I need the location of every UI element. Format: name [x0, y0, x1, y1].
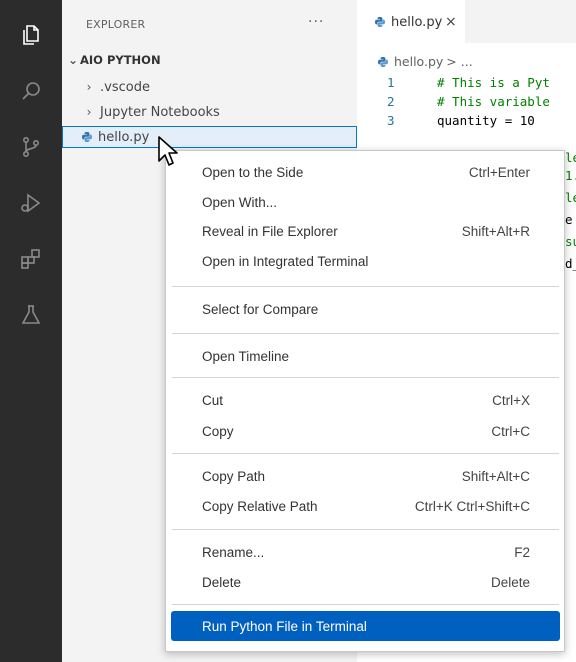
menu-item-label: Open With...	[202, 194, 278, 210]
menu-item-rename[interactable]: Rename... F2	[171, 537, 560, 567]
line-number: 3	[387, 113, 395, 128]
menu-item-open-timeline[interactable]: Open Timeline	[171, 341, 560, 371]
chevron-right-icon: ›	[86, 80, 92, 94]
tab-label: hello.py	[391, 14, 443, 30]
context-menu: Open to the Side Ctrl+Enter Open With...…	[165, 150, 565, 652]
code-line[interactable]: 2 # This variable	[357, 94, 576, 112]
menu-item-shortcut: Ctrl+Enter	[468, 164, 530, 180]
tree-item-label: .vscode	[100, 79, 150, 95]
menu-item-copy-path[interactable]: Copy Path Shift+Alt+C	[171, 461, 560, 491]
menu-item-delete[interactable]: Delete Delete	[171, 567, 560, 597]
menu-item-label: Copy Path	[202, 468, 266, 484]
breadcrumb-file[interactable]: hello.py	[394, 54, 443, 69]
menu-item-label: Run Python File in Terminal	[202, 618, 367, 634]
menu-item-label: Rename...	[202, 544, 265, 560]
breadcrumb: hello.py > ...	[377, 54, 473, 69]
menu-item-shortcut: Ctrl+X	[492, 392, 530, 408]
tab-hello-py[interactable]: hello.py ×	[357, 0, 465, 43]
code-fragment: le	[565, 190, 576, 205]
menu-item-label: Open in Integrated Terminal	[202, 253, 369, 269]
more-actions-button[interactable]: ···	[308, 14, 324, 30]
breadcrumb-rest[interactable]: > ...	[446, 54, 472, 69]
menu-item-shortcut: Ctrl+C	[491, 423, 530, 439]
python-file-icon	[82, 132, 92, 142]
files-icon[interactable]	[18, 22, 44, 48]
tree-item-vscode[interactable]: › .vscode	[62, 76, 357, 98]
line-text: # This is a Pyt	[437, 75, 550, 90]
menu-separator	[172, 333, 559, 334]
menu-item-open-to-side[interactable]: Open to the Side Ctrl+Enter	[171, 157, 560, 187]
menu-separator	[172, 529, 559, 530]
code-line[interactable]: 3 quantity = 10	[357, 113, 576, 131]
menu-separator	[172, 604, 559, 605]
menu-item-shortcut: Delete	[490, 574, 530, 590]
menu-item-copy[interactable]: Copy Ctrl+C	[171, 416, 560, 446]
line-number: 2	[387, 94, 395, 109]
mouse-cursor-icon	[158, 136, 178, 166]
menu-item-shortcut: Shift+Alt+C	[461, 468, 530, 484]
line-number: 1	[387, 75, 395, 90]
extensions-icon[interactable]	[18, 246, 44, 272]
run-debug-icon[interactable]	[18, 190, 44, 216]
menu-item-reveal-in-file-explorer[interactable]: Reveal in File Explorer Shift+Alt+R	[171, 216, 560, 246]
tree-item-label: Jupyter Notebooks	[100, 104, 220, 120]
testing-icon[interactable]	[18, 302, 44, 328]
menu-item-copy-relative-path[interactable]: Copy Relative Path Ctrl+K Ctrl+Shift+C	[171, 491, 560, 521]
search-icon[interactable]	[18, 78, 44, 104]
line-text: # This variable	[437, 94, 550, 109]
menu-separator	[172, 377, 559, 378]
code-fragment: d_	[565, 256, 576, 271]
tree-item-label: hello.py	[98, 129, 150, 145]
source-control-icon[interactable]	[18, 134, 44, 160]
menu-item-shortcut: Ctrl+K Ctrl+Shift+C	[414, 498, 530, 514]
menu-item-select-for-compare[interactable]: Select for Compare	[171, 294, 560, 324]
menu-item-label: Open Timeline	[202, 348, 290, 364]
python-file-icon	[375, 17, 385, 27]
menu-item-run-python-file-in-terminal[interactable]: Run Python File in Terminal	[171, 611, 560, 641]
explorer-title: EXPLORER	[86, 18, 146, 31]
chevron-right-icon: ›	[86, 105, 92, 119]
explorer-header: EXPLORER ···	[62, 0, 357, 46]
menu-item-label: Delete	[202, 574, 242, 590]
code-fragment: su	[565, 234, 576, 249]
menu-separator	[172, 453, 559, 454]
menu-item-label: Reveal in File Explorer	[202, 223, 338, 239]
activity-bar	[0, 0, 62, 662]
menu-separator	[172, 286, 559, 287]
root-folder-label: AIO PYTHON	[80, 53, 161, 67]
menu-item-shortcut: Shift+Alt+R	[461, 223, 530, 239]
close-icon[interactable]: ×	[445, 14, 457, 30]
tab-bar: hello.py ×	[357, 0, 576, 43]
menu-item-label: Copy	[202, 423, 234, 439]
menu-item-shortcut: F2	[514, 544, 530, 560]
menu-item-label: Select for Compare	[202, 301, 319, 317]
python-file-icon	[378, 56, 388, 67]
code-fragment: le	[565, 150, 576, 165]
tree-item-hello-py[interactable]: hello.py	[62, 126, 357, 148]
code-fragment: 1.	[565, 168, 576, 183]
menu-item-cut[interactable]: Cut Ctrl+X	[171, 385, 560, 415]
menu-item-label: Cut	[202, 392, 224, 408]
code-line[interactable]: 1 # This is a Pyt	[357, 75, 576, 93]
chevron-down-icon: ⌄	[67, 53, 79, 67]
tree-root-folder[interactable]: ⌄ AIO PYTHON	[62, 49, 357, 71]
code-fragment: e	[565, 212, 573, 227]
menu-item-label: Copy Relative Path	[202, 498, 318, 514]
menu-item-open-with[interactable]: Open With...	[171, 187, 560, 217]
tree-item-jupyter-notebooks[interactable]: › Jupyter Notebooks	[62, 101, 357, 123]
menu-item-open-in-terminal[interactable]: Open in Integrated Terminal	[171, 246, 560, 276]
menu-item-label: Open to the Side	[202, 164, 304, 180]
line-text: quantity = 10	[437, 113, 535, 128]
